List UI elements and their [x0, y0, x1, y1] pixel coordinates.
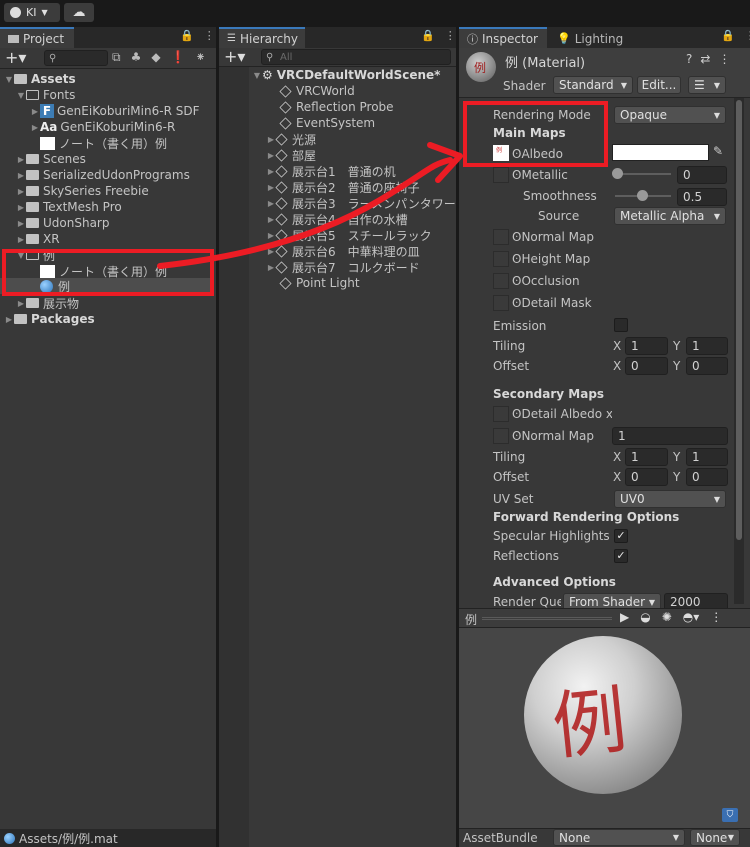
annotation-arrow-line — [157, 157, 453, 269]
annotation-arrow — [157, 142, 463, 269]
